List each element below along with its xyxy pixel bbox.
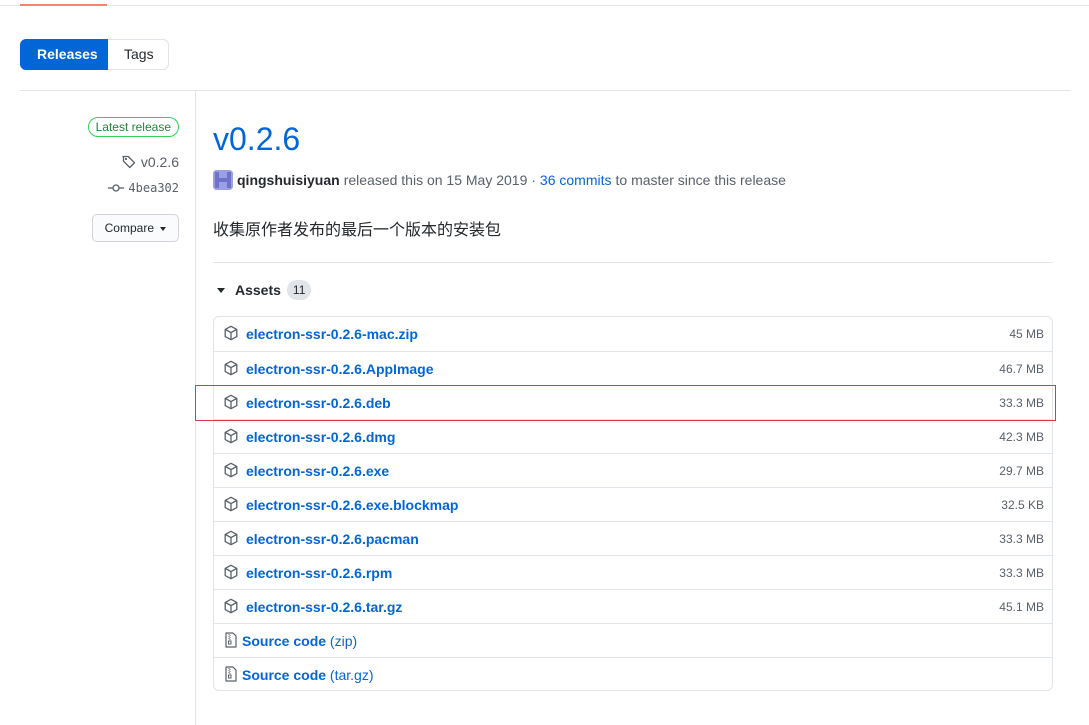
asset-size: 46.7 MB [999,361,1044,376]
package-icon [223,496,239,512]
compare-label: Compare [104,221,154,235]
asset-link[interactable]: electron-ssr-0.2.6.exe.blockmap [246,497,458,513]
asset-size: 29.7 MB [999,463,1044,478]
caret-down-icon [217,287,225,293]
asset-link[interactable]: electron-ssr-0.2.6.rpm [246,565,392,581]
source-label: Source code [242,666,327,683]
commit-sha: 4bea302 [128,181,179,195]
asset-size: 32.5 KB [1001,497,1044,512]
source-label: Source code [242,632,327,649]
tag-ref[interactable]: v0.2.6 [121,154,179,170]
asset-row: electron-ssr-0.2.6-mac.zip 45 MB [214,317,1052,351]
asset-size: 45.1 MB [999,599,1044,614]
tag-name: v0.2.6 [140,154,179,170]
asset-row: electron-ssr-0.2.6.AppImage 46.7 MB [214,351,1052,385]
package-icon [223,462,239,478]
asset-row: electron-ssr-0.2.6.exe.blockmap 32.5 KB [214,487,1052,521]
source-ext: (zip) [329,632,358,649]
avatar[interactable] [213,170,233,190]
release-tabs: Releases Tags [20,39,169,70]
release-divider [20,90,1070,91]
tag-icon [122,155,136,169]
asset-size: 33.3 MB [999,531,1044,546]
compare-button[interactable]: Compare [92,214,179,242]
assets-toggle[interactable]: Assets 11 [215,280,312,300]
asset-row: electron-ssr-0.2.6.tar.gz 45.1 MB [214,589,1052,623]
file-zip-icon [225,666,237,682]
asset-link[interactable]: electron-ssr-0.2.6.tar.gz [246,599,402,615]
release-notes: 收集原作者发布的最后一个版本的安装包 [213,220,502,239]
asset-link[interactable]: electron-ssr-0.2.6.dmg [246,429,395,445]
assets-list: electron-ssr-0.2.6-mac.zip 45 MB electron-… [213,316,1053,691]
source-row: Source code (tar.gz) [214,657,1052,691]
asset-size: 42.3 MB [999,429,1044,444]
highlight-box [195,385,1056,421]
active-nav-underline [20,4,107,6]
assets-count-badge: 11 [286,280,312,300]
released-text: released this on 15 May 2019 · [343,172,536,188]
asset-size: 45 MB [1009,327,1044,341]
asset-link[interactable]: electron-ssr-0.2.6.AppImage [246,361,434,377]
package-icon [223,360,239,376]
commit-icon [108,184,125,192]
source-ext: (tar.gz) [329,666,374,683]
asset-row: electron-ssr-0.2.6.rpm 33.3 MB [214,555,1052,589]
since-text: to master since this release [615,172,786,188]
source-code-link[interactable]: Source code (zip) [242,633,357,649]
latest-release-badge: Latest release [87,117,179,137]
commits-link[interactable]: 36 commits [540,172,612,188]
package-icon [223,325,239,341]
tab-tags[interactable]: Tags [108,39,169,70]
asset-link[interactable]: electron-ssr-0.2.6-mac.zip [246,326,418,342]
asset-row: electron-ssr-0.2.6.dmg 42.3 MB [214,419,1052,453]
source-row: Source code (zip) [214,623,1052,657]
chevron-down-icon [160,226,167,231]
commit-ref[interactable]: 4bea302 [108,181,179,195]
package-icon [223,530,239,546]
asset-size: 33.3 MB [999,565,1044,580]
asset-row: electron-ssr-0.2.6.exe 29.7 MB [214,453,1052,487]
release-title[interactable]: v0.2.6 [213,121,300,158]
package-icon [223,428,239,444]
assets-separator [213,262,1053,263]
file-zip-icon [225,632,237,648]
package-icon [223,564,239,580]
top-border [0,5,1089,6]
asset-row: electron-ssr-0.2.6.pacman 33.3 MB [214,521,1052,555]
tab-releases[interactable]: Releases [20,39,108,70]
assets-heading: Assets [235,282,281,298]
source-code-link[interactable]: Source code (tar.gz) [242,667,374,683]
asset-link[interactable]: electron-ssr-0.2.6.pacman [246,531,419,547]
author-name[interactable]: qingshuisiyuan [237,172,340,188]
release-byline: qingshuisiyuan released this on 15 May 2… [213,170,786,190]
package-icon [223,598,239,614]
asset-link[interactable]: electron-ssr-0.2.6.exe [246,463,389,479]
